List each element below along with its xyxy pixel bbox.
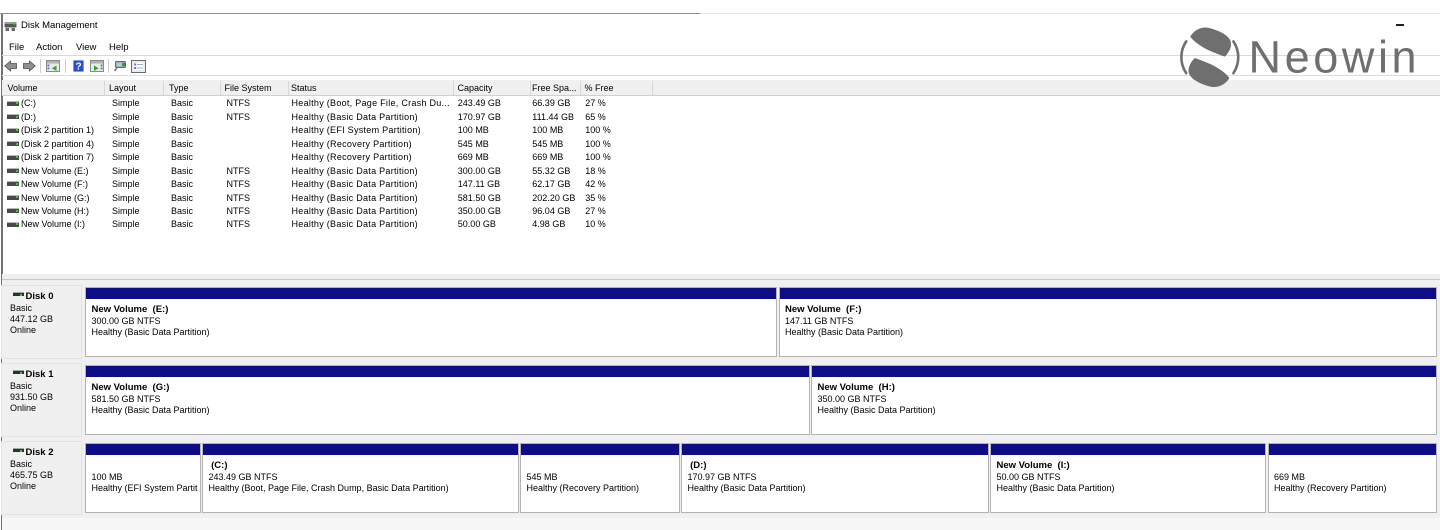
svg-text:Neowin: Neowin [1249, 32, 1421, 83]
svg-text:?: ? [75, 62, 81, 73]
